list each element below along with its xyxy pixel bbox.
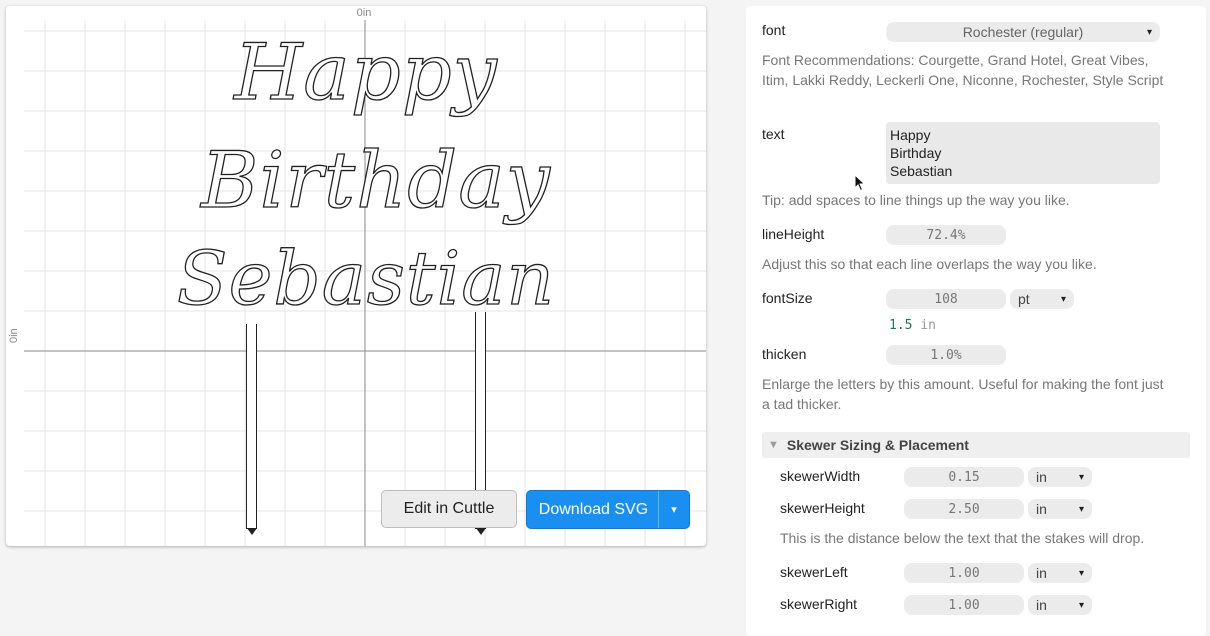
text-tip: Tip: add spaces to line things up the wa… <box>762 192 1070 208</box>
skewerwidth-unit-value: in <box>1036 469 1047 485</box>
collapse-triangle-icon[interactable]: ▼ <box>768 439 779 451</box>
text-input[interactable]: Happy Birthday Sebastian <box>886 122 1160 184</box>
skewerright-label: skewerRight <box>780 596 858 612</box>
fontsize-unit-value: pt <box>1018 291 1030 307</box>
skewer-section-header[interactable]: ▼ Skewer Sizing & Placement <box>762 432 1190 458</box>
skewerwidth-label: skewerWidth <box>780 468 861 484</box>
ruler-top-origin-label: 0in <box>356 7 372 19</box>
fontsize-converted-unit: in <box>920 318 936 333</box>
chevron-down-icon: ▾ <box>1060 293 1066 305</box>
chevron-down-icon: ▾ <box>1146 26 1152 38</box>
skewer-section-title: Skewer Sizing & Placement <box>786 437 969 453</box>
skewerright-unit-value: in <box>1036 597 1047 613</box>
skewerwidth-unit-select[interactable]: in ▾ <box>1028 467 1092 487</box>
skewerleft-unit-select[interactable]: in ▾ <box>1028 563 1092 583</box>
fontsize-converted-value: 1.5 <box>889 318 913 333</box>
chevron-down-icon: ▾ <box>1078 599 1084 611</box>
skewerheight-input[interactable]: 2.50 <box>904 499 1024 519</box>
chevron-down-icon: ▾ <box>1078 503 1084 515</box>
lineheight-input[interactable]: 72.4% <box>886 225 1006 245</box>
text-input-line-3: Sebastian <box>890 163 953 179</box>
text-input-line-2: Birthday <box>890 145 942 161</box>
design-canvas[interactable]: 0in 0in Happy Birthday Sebastian Edit in… <box>6 6 706 546</box>
fontsize-label: fontSize <box>762 290 813 306</box>
skewerwidth-input[interactable]: 0.15 <box>904 467 1024 487</box>
lineheight-help: Adjust this so that each line overlaps t… <box>762 256 1097 272</box>
download-svg-button[interactable]: Download SVG ▾ <box>526 490 690 529</box>
skewerright-input[interactable]: 1.00 <box>904 595 1024 615</box>
font-select[interactable]: Rochester (regular) ▾ <box>886 22 1160 42</box>
ruler-top: 0in <box>24 6 706 26</box>
skewerheight-label: skewerHeight <box>780 500 865 516</box>
skewerheight-unit-value: in <box>1036 501 1047 517</box>
ruler-left: 0in <box>6 6 24 546</box>
lineheight-label: lineHeight <box>762 226 825 242</box>
cake-topper-line-2: Birthday <box>201 136 551 226</box>
skewerleft-label: skewerLeft <box>780 564 848 580</box>
ruler-left-origin-label: 0in <box>8 328 20 343</box>
mouse-cursor-icon <box>854 174 866 192</box>
download-options-chevron-icon[interactable]: ▾ <box>658 491 689 528</box>
skewerheight-unit-select[interactable]: in ▾ <box>1028 499 1092 519</box>
download-svg-label: Download SVG <box>538 500 649 518</box>
thicken-help: Enlarge the letters by this amount. Usef… <box>762 376 1164 412</box>
fontsize-converted: 1.5 in <box>889 318 936 333</box>
skewerleft-unit-value: in <box>1036 565 1047 581</box>
edit-in-cuttle-button[interactable]: Edit in Cuttle <box>381 490 517 528</box>
skewerheight-help: This is the distance below the text that… <box>780 530 1145 546</box>
text-label: text <box>762 126 785 142</box>
chevron-down-icon: ▾ <box>1078 567 1084 579</box>
cake-topper-line-1: Happy <box>234 28 498 118</box>
text-input-line-1: Happy <box>890 127 931 143</box>
thicken-input[interactable]: 1.0% <box>886 345 1006 365</box>
cake-topper-line-3: Sebastian <box>176 236 556 322</box>
settings-panel: font Rochester (regular) ▾ Font Recommen… <box>746 6 1206 636</box>
skewerright-unit-select[interactable]: in ▾ <box>1028 595 1092 615</box>
thicken-label: thicken <box>762 346 807 362</box>
left-skewer <box>246 324 257 529</box>
chevron-down-icon: ▾ <box>1078 471 1084 483</box>
skewerleft-input[interactable]: 1.00 <box>904 563 1024 583</box>
fontsize-input[interactable]: 108 <box>886 289 1006 309</box>
font-recommendations-text: Font Recommendations: Courgette, Grand H… <box>762 52 1164 88</box>
font-select-value: Rochester (regular) <box>962 24 1084 40</box>
font-label: font <box>762 22 786 38</box>
fontsize-unit-select[interactable]: pt ▾ <box>1010 289 1074 309</box>
